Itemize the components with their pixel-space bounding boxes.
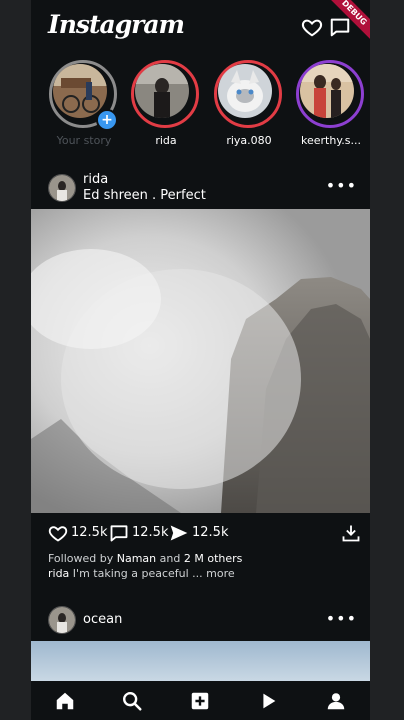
post-avatar[interactable]: [48, 174, 76, 202]
avatar: [300, 64, 354, 118]
add-post-icon[interactable]: [189, 690, 211, 712]
send-icon: [170, 525, 188, 541]
post-caption[interactable]: rida I'm taking a peaceful ... more: [48, 567, 235, 580]
post-actions: 12.5k 12.5k 12.5k: [31, 520, 370, 546]
stories-row: + Your story rida riya.080 keerthy.s...: [31, 60, 370, 152]
top-bar: Instagram DEBUG: [31, 0, 370, 52]
story-your-story[interactable]: + Your story: [49, 60, 119, 152]
add-story-plus-icon[interactable]: +: [96, 109, 118, 131]
more-options-icon[interactable]: •••: [326, 609, 357, 628]
search-icon[interactable]: [121, 690, 143, 712]
download-icon[interactable]: [341, 523, 361, 543]
followed-others[interactable]: 2 M others: [184, 552, 243, 565]
post-username[interactable]: ocean: [83, 612, 122, 627]
story-keerthy[interactable]: keerthy.s...: [296, 60, 366, 152]
like-count: 12.5k: [71, 525, 108, 540]
bottom-nav: [31, 681, 370, 720]
share-count: 12.5k: [192, 525, 229, 540]
post-image[interactable]: [31, 641, 370, 681]
post-image[interactable]: [31, 209, 370, 513]
comment-count: 12.5k: [132, 525, 169, 540]
profile-icon[interactable]: [325, 690, 347, 712]
heart-icon[interactable]: [301, 16, 323, 38]
heart-icon: [48, 526, 68, 542]
instagram-logo[interactable]: Instagram: [48, 10, 185, 39]
post-song[interactable]: Ed shreen . Perfect: [83, 188, 206, 203]
post-header: rida Ed shreen . Perfect •••: [31, 171, 370, 205]
chat-icon[interactable]: [329, 16, 351, 38]
reels-icon[interactable]: [257, 690, 279, 712]
like-button[interactable]: 12.5k: [48, 523, 108, 543]
comment-button[interactable]: 12.5k: [109, 523, 169, 543]
post-header: ocean •••: [31, 605, 370, 639]
caption-text: I'm taking a peaceful ... more: [69, 567, 235, 580]
caption-username[interactable]: rida: [48, 567, 69, 580]
post-username[interactable]: rida: [83, 172, 108, 187]
share-button[interactable]: 12.5k: [169, 523, 229, 543]
story-label: rida: [155, 134, 177, 147]
avatar: [218, 64, 272, 118]
home-icon[interactable]: [54, 690, 76, 712]
post-avatar[interactable]: [48, 606, 76, 634]
avatar: [53, 64, 107, 118]
comment-icon: [110, 525, 128, 542]
story-label: keerthy.s...: [301, 134, 361, 147]
more-options-icon[interactable]: •••: [326, 176, 357, 195]
avatar: [135, 64, 189, 118]
story-rida[interactable]: rida: [131, 60, 201, 152]
followed-by-text: Followed by Naman and 2 M others: [48, 552, 243, 565]
followed-user[interactable]: Naman: [117, 552, 156, 565]
app-screen: Instagram DEBUG + Your story rida riya.0…: [31, 0, 370, 720]
story-label: riya.080: [226, 134, 272, 147]
story-label: Your story: [56, 134, 112, 147]
story-riya[interactable]: riya.080: [214, 60, 284, 152]
